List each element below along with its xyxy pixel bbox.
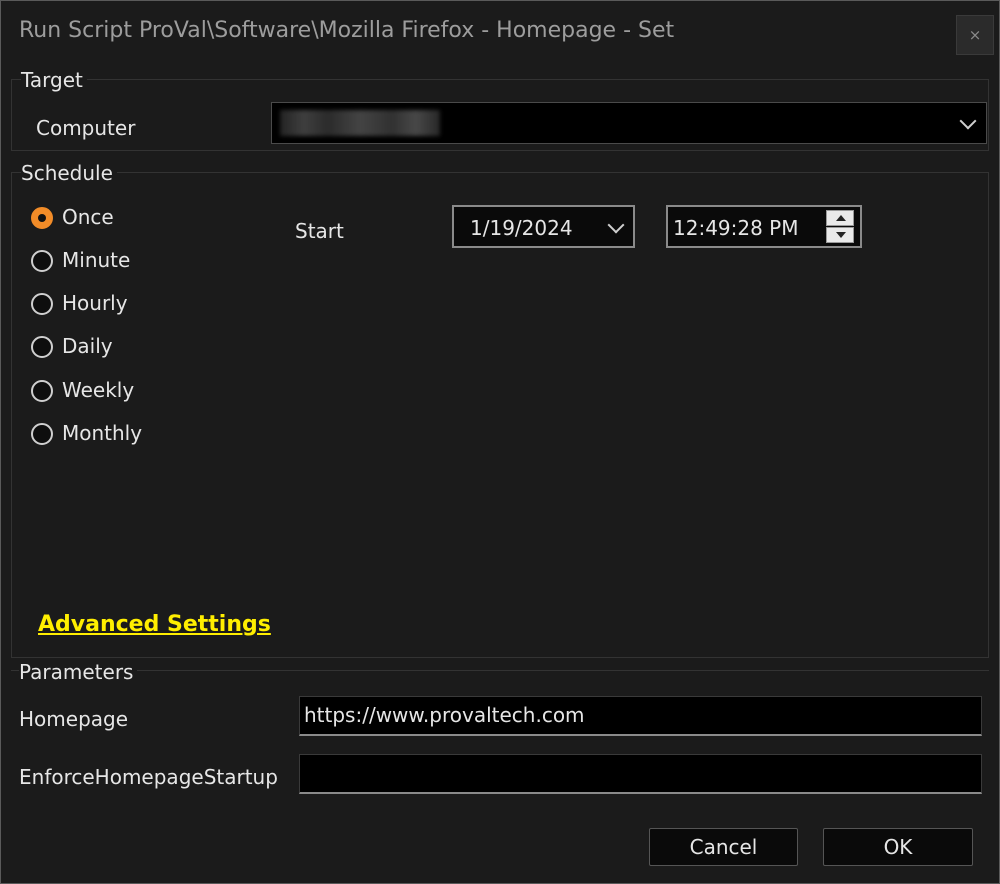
- computer-select[interactable]: [271, 102, 987, 144]
- run-script-dialog: Run Script ProVal\Software\Mozilla Firef…: [0, 0, 1000, 884]
- homepage-label: Homepage: [19, 707, 129, 731]
- homepage-input[interactable]: https://www.provaltech.com: [299, 696, 982, 736]
- parameters-group-title: Parameters: [19, 660, 138, 684]
- window-title: Run Script ProVal\Software\Mozilla Firef…: [19, 18, 675, 43]
- close-button[interactable]: ×: [956, 15, 994, 55]
- ok-button[interactable]: OK: [823, 828, 973, 866]
- triangle-down-icon: [836, 232, 846, 238]
- radio-once[interactable]: [31, 207, 53, 229]
- chevron-down-icon: [959, 112, 977, 130]
- radio-label-minute: Minute: [62, 248, 131, 272]
- radio-minute[interactable]: [31, 250, 53, 272]
- close-icon: ×: [968, 26, 982, 44]
- homepage-value: https://www.provaltech.com: [304, 703, 585, 727]
- radio-daily[interactable]: [31, 336, 53, 358]
- schedule-group-title: Schedule: [21, 161, 117, 185]
- enforce-homepage-startup-input[interactable]: [299, 754, 982, 794]
- enforce-homepage-startup-label: EnforceHomepageStartup: [19, 765, 278, 789]
- chevron-down-icon[interactable]: [607, 216, 625, 234]
- start-time-picker[interactable]: 12:49:28 PM: [666, 205, 862, 248]
- time-spin-up-button[interactable]: [826, 210, 854, 226]
- cancel-button[interactable]: Cancel: [649, 828, 798, 866]
- computer-value-redacted: [280, 110, 440, 136]
- radio-label-daily: Daily: [62, 334, 113, 358]
- target-group-title: Target: [21, 68, 87, 92]
- start-date-value: 1/19/2024: [470, 216, 573, 240]
- time-spin-down-button[interactable]: [826, 227, 854, 243]
- advanced-settings-link[interactable]: Advanced Settings: [38, 612, 271, 637]
- radio-label-once: Once: [62, 205, 114, 229]
- computer-label: Computer: [36, 116, 136, 140]
- radio-monthly[interactable]: [31, 423, 53, 445]
- start-date-picker[interactable]: 1/19/2024: [452, 205, 635, 248]
- title-bar: Run Script ProVal\Software\Mozilla Firef…: [1, 1, 999, 63]
- triangle-up-icon: [836, 215, 846, 221]
- start-time-value: 12:49:28 PM: [673, 216, 799, 240]
- radio-label-monthly: Monthly: [62, 421, 143, 445]
- radio-label-hourly: Hourly: [62, 291, 128, 315]
- radio-hourly[interactable]: [31, 293, 53, 315]
- radio-label-weekly: Weekly: [62, 378, 135, 402]
- start-label: Start: [295, 219, 344, 243]
- radio-weekly[interactable]: [31, 380, 53, 402]
